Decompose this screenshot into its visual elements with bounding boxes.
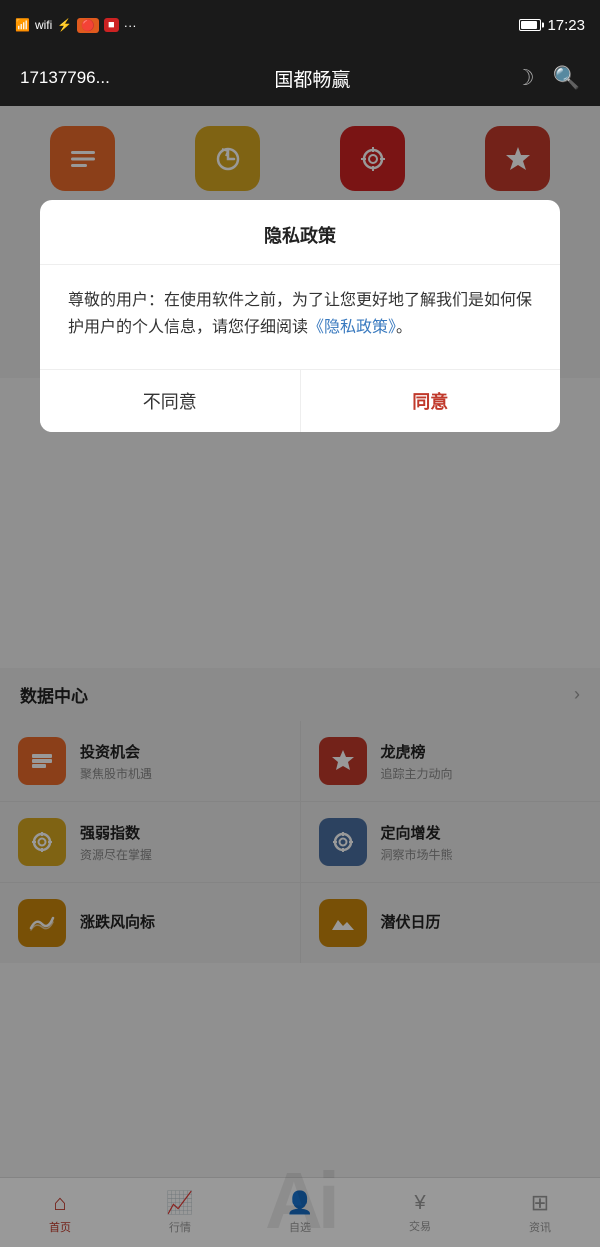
dialog-buttons: 不同意 同意: [40, 370, 560, 432]
dialog-title: 隐私政策: [40, 200, 560, 265]
nav-right-icons: ☽ 🔍: [515, 65, 580, 91]
more-icon: ···: [124, 18, 137, 33]
dialog-link[interactable]: 《隐私政策》: [308, 319, 396, 336]
sim-icon: 📶: [15, 18, 30, 32]
agree-button[interactable]: 同意: [301, 370, 561, 432]
battery-fill: [521, 21, 536, 29]
dialog-body-end: 。: [396, 319, 412, 336]
status-left: 📶 wifi ⚡ 🔴 ■ ···: [15, 18, 137, 33]
battery-icon: [519, 19, 541, 31]
status-right: 17:23: [519, 17, 585, 34]
dialog-body-text: 尊敬的用户：在使用软件之前，为了让您更好地了解我们是如何保护用户的个人信息，请您…: [68, 292, 532, 336]
privacy-dialog: 隐私政策 尊敬的用户：在使用软件之前，为了让您更好地了解我们是如何保护用户的个人…: [40, 200, 560, 432]
status-bar: 📶 wifi ⚡ 🔴 ■ ··· 17:23: [0, 0, 600, 50]
wifi-icon: wifi: [35, 18, 52, 32]
charge-icon: ⚡: [57, 18, 72, 32]
time-display: 17:23: [547, 17, 585, 34]
app-icon-1: 🔴: [77, 18, 99, 33]
app-name: 国都畅赢: [274, 65, 350, 92]
account-number[interactable]: 17137796...: [20, 68, 110, 88]
moon-icon[interactable]: ☽: [515, 65, 535, 91]
disagree-button[interactable]: 不同意: [40, 370, 301, 432]
top-nav: 17137796... 国都畅赢 ☽ 🔍: [0, 50, 600, 106]
dialog-body: 尊敬的用户：在使用软件之前，为了让您更好地了解我们是如何保护用户的个人信息，请您…: [40, 265, 560, 370]
app-icon-2: ■: [104, 18, 119, 32]
search-icon[interactable]: 🔍: [553, 65, 580, 91]
